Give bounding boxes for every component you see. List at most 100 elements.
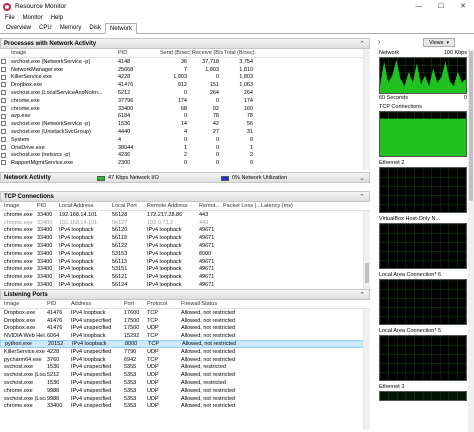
row-checkbox[interactable] — [1, 97, 6, 103]
col-firewall[interactable]: Firewall Status — [180, 301, 246, 307]
menu-monitor[interactable]: Monitor — [23, 15, 43, 21]
col-local-address[interactable]: Local Address — [58, 203, 111, 209]
maximize-button[interactable]: ☐ — [430, 0, 452, 13]
col-latency[interactable]: Latency (ms) — [260, 203, 294, 209]
col-receive[interactable]: Receive (B/s... — [191, 50, 223, 56]
table-row[interactable]: chrome.exe 37796 174 0 174 — [0, 97, 370, 105]
col-image[interactable]: Image — [10, 50, 117, 56]
col-address[interactable]: Address — [70, 301, 123, 307]
row-checkbox[interactable] — [1, 160, 6, 166]
chevron-up-icon[interactable]: ⌃ — [359, 40, 365, 48]
row-checkbox[interactable] — [1, 152, 6, 158]
table-row[interactable]: chrome.exe 33400 IPv4 loopback 53153 IPv4 lo… — [0, 250, 370, 258]
menu-file[interactable]: File — [5, 15, 15, 21]
minimize-button[interactable]: — — [408, 0, 430, 13]
table-row[interactable]: chrome.exe 33400 IPv4 loopback 53151 IPv4 lo… — [0, 266, 370, 274]
row-checkbox[interactable] — [1, 113, 6, 119]
tab-overview[interactable]: Overview — [2, 23, 35, 33]
table-row[interactable]: svchost.exe (Local...9988 IPv4 unspecifie… — [0, 395, 370, 403]
table-row[interactable]: NVIDIA Web Hel... 6064 IPv4 loopback 15292 T… — [0, 332, 370, 340]
listening-header[interactable]: Listening Ports ⌃ — [0, 289, 370, 300]
tcp-header[interactable]: TCP Connections ⌃ — [0, 191, 370, 202]
col-send[interactable]: Send (B/sec) — [159, 50, 191, 56]
table-row[interactable]: svchost.exe 1536 IPv4 unspecified 5355 UDP Al… — [0, 364, 370, 372]
table-row[interactable]: KillerService.exe 4228 1,803 0 1,803 — [0, 74, 370, 82]
processes-header[interactable]: Processes with Network Activity ⌃ — [0, 38, 370, 49]
network-activity-header[interactable]: Network Activity 47 Kbps Network I/O 0% … — [0, 172, 370, 183]
table-row[interactable]: System 4 0 0 0 — [0, 136, 370, 144]
table-row[interactable]: Dropbox.exe 41476 IPv4 unspecified 17500 TCP… — [0, 317, 370, 325]
chevron-down-icon[interactable]: ⌄ — [359, 174, 365, 182]
row-checkbox[interactable] — [1, 58, 6, 64]
table-row[interactable]: KillerService.exe 4228 IPv4 unspecified 779… — [0, 348, 370, 356]
col-image[interactable]: Image — [0, 203, 36, 209]
row-checkbox[interactable] — [1, 74, 6, 80]
row-checkbox[interactable] — [1, 105, 6, 111]
table-row[interactable]: chrome.exe 33400 IPv4 loopback 56122 IPv4 lo… — [0, 242, 370, 250]
table-row[interactable]: chrome.exe 33400 IPv4 loopback 56119 IPv4 lo… — [0, 234, 370, 242]
table-row[interactable]: chrome.exe 33400 IPv4 loopback 56113 IPv4 lo… — [0, 258, 370, 266]
listening-scrollbar[interactable] — [363, 309, 370, 430]
col-remote-address[interactable]: Remote Address — [146, 203, 198, 209]
col-local-port[interactable]: Local Port — [111, 203, 146, 209]
table-row[interactable]: svchost.exe 1536 IPv4 unspecified 5353 UDP Al… — [0, 379, 370, 387]
tab-disk[interactable]: Disk — [85, 23, 105, 33]
row-checkbox[interactable] — [1, 90, 6, 96]
tcp-scrollbar[interactable] — [363, 211, 370, 289]
table-row[interactable]: python.exe 20152 IPv4 loopback 8000 TCP Allow… — [0, 340, 370, 348]
table-cell: chrome.exe — [4, 282, 33, 289]
row-checkbox[interactable] — [1, 129, 6, 135]
table-row[interactable]: svchost.exe (Local...5212 IPv4 unspecifie… — [0, 371, 370, 379]
col-protocol[interactable]: Protocol — [146, 301, 180, 307]
table-row[interactable]: chrome.exe 9988 IPv4 unspecified 5353 UDP All… — [0, 387, 370, 395]
tcp-scroll-thumb[interactable] — [365, 263, 369, 283]
table-row[interactable]: svchost.exe (UnistackSvcGroup) 4440 4 27 31 — [0, 128, 370, 136]
col-packet-loss[interactable]: Packet Loss (... — [222, 203, 260, 209]
col-pid[interactable]: PID — [46, 301, 70, 307]
row-checkbox[interactable] — [1, 66, 6, 72]
col-pid[interactable]: PID — [117, 50, 159, 56]
table-row[interactable]: Dropbox.exe 41476 IPv4 loopback 17600 TCP All… — [0, 309, 370, 317]
table-row[interactable]: chrome.exe 33400 IPv4 loopback 56121 IPv4 lo… — [0, 273, 370, 281]
col-pid[interactable]: PID — [36, 203, 58, 209]
table-row[interactable]: Dropbox.exe 41476 912 151 1,063 — [0, 81, 370, 89]
table-row[interactable]: chrome.exe 33400 IPv4 loopback 56120 IPv4 lo… — [0, 227, 370, 235]
table-row[interactable]: RapportMgmtService.exe 2300 0 0 0 — [0, 159, 370, 167]
table-row[interactable]: avp.exe 6184 0 78 78 — [0, 113, 370, 121]
table-row[interactable]: OneDrive.exe 38044 1 0 1 — [0, 144, 370, 152]
table-row[interactable]: svchost.exe (netsvcs -p) 4236 2 0 2 — [0, 152, 370, 160]
tab-cpu[interactable]: CPU — [35, 23, 56, 33]
table-row[interactable]: svchost.exe (LocalServiceAndNoIm... 5212 0… — [0, 89, 370, 97]
col-remote-port[interactable]: Remot... — [198, 203, 222, 209]
chevron-up-icon[interactable]: ⌃ — [359, 291, 365, 299]
row-checkbox[interactable] — [1, 121, 6, 127]
chevron-up-icon[interactable]: ⌃ — [359, 193, 365, 201]
row-checkbox[interactable] — [1, 136, 6, 142]
tab-memory[interactable]: Memory — [56, 23, 86, 33]
col-total[interactable]: Total (B/sec) — [223, 50, 257, 56]
table-row[interactable]: svchost.exe (NetworkService -p) 4148 36 37,… — [0, 58, 370, 66]
table-row[interactable]: svchost.exe (NetworkService -p) 1536 14 42 5… — [0, 120, 370, 128]
table-row[interactable]: chrome.exe 33400 IPv4 unspecified 5353 UDP Al… — [0, 403, 370, 411]
table-row[interactable]: pycharm64.exe 3760 IPv4 loopback 6942 TCP All… — [0, 356, 370, 364]
row-checkbox[interactable] — [1, 82, 6, 88]
views-button[interactable]: Views ▾ — [423, 38, 455, 47]
col-image[interactable]: Image — [0, 301, 46, 307]
table-row[interactable]: chrome.exe 33400 IPv4 loopback 56124 IPv4 lo… — [0, 281, 370, 289]
menu-help[interactable]: Help — [51, 15, 63, 21]
table-row[interactable]: NetworkManager.exe 25668 7 1,803 1,810 — [0, 66, 370, 74]
close-button[interactable]: ✕ — [452, 0, 474, 13]
table-cell: Allowed, not restricted — [181, 333, 236, 340]
table-row[interactable]: chrome.exe 33400 192.168.14.101 56128 172.21… — [0, 211, 370, 219]
table-row[interactable]: chrome.exe 33400 68 92 160 — [0, 105, 370, 113]
table-row[interactable]: chrome.exe 33400 192.168.14.101 56127 192.0.… — [0, 219, 370, 227]
right-pane-scroll-thumb[interactable] — [469, 51, 473, 201]
right-pane-scrollbar[interactable] — [468, 49, 474, 432]
tab-bar: Overview CPU Memory Disk Network — [0, 23, 474, 34]
col-port[interactable]: Port — [123, 301, 146, 307]
processes-scrollbar[interactable] — [363, 49, 370, 170]
chevron-right-icon[interactable]: › — [378, 39, 380, 46]
tab-network[interactable]: Network — [105, 23, 138, 34]
table-row[interactable]: Dropbox.exe 41476 IPv4 unspecified 17500 UDP… — [0, 325, 370, 333]
row-checkbox[interactable] — [1, 144, 6, 150]
